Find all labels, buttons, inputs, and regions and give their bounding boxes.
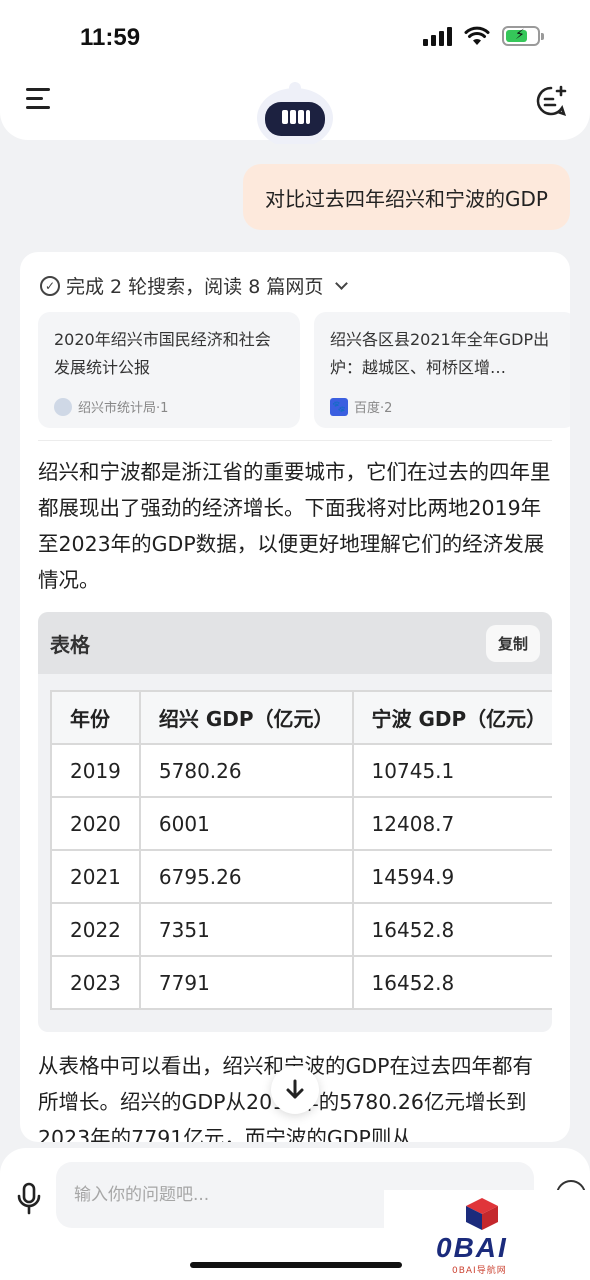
- assistant-robot-avatar: [250, 76, 340, 148]
- wifi-icon: [464, 26, 490, 46]
- reference-title: 绍兴各区县2021年全年GDP出炉：越城区、柯桥区增…: [330, 330, 550, 377]
- status-icons: ⚡: [423, 26, 544, 46]
- gdp-table: 年份 绍兴 GDP（亿元） 宁波 GDP（亿元） 2019 5780.26 10…: [50, 690, 552, 1010]
- baidu-paw-icon: 🐾: [330, 397, 348, 416]
- table-cell: 14594.9: [351, 849, 552, 904]
- stats-bureau-icon: [54, 397, 72, 416]
- table-cell: 6001: [138, 796, 354, 851]
- reference-title: 2020年绍兴市国民经济和社会发展统计公报: [54, 330, 271, 377]
- table-row: 2021 6795.26 14594.9: [50, 849, 552, 904]
- table-scroll-area[interactable]: 年份 绍兴 GDP（亿元） 宁波 GDP（亿元） 2019 5780.26 10…: [50, 690, 552, 1010]
- header-cell: 年份: [50, 690, 141, 745]
- table-block: 表格 复制 年份 绍兴 GDP（亿元） 宁波 GDP（亿元） 2019 5780…: [38, 612, 552, 1032]
- intro-paragraph: 绍兴和宁波都是浙江省的重要城市，它们在过去的四年里都展现出了强劲的经济增长。下面…: [38, 460, 551, 592]
- table-row: 2022 7351 16452.8: [50, 902, 552, 957]
- copy-button[interactable]: 复制: [485, 624, 540, 662]
- watermark: 0BAI 0BAI导航网: [384, 1190, 590, 1280]
- table-cell: 16452.8: [351, 902, 552, 957]
- microphone-icon[interactable]: [16, 1182, 42, 1216]
- watermark-brand: 0BAI: [436, 1232, 508, 1263]
- menu-icon[interactable]: [26, 88, 50, 110]
- table-cell: 16452.8: [351, 955, 552, 1010]
- table-cell: 12408.7: [351, 796, 552, 851]
- table-cell: 5780.26: [138, 743, 354, 798]
- table-cell: 2020: [50, 796, 141, 851]
- home-indicator: [190, 1262, 402, 1268]
- search-summary-toggle[interactable]: ✓ 完成 2 轮搜索，阅读 8 篇网页: [40, 272, 349, 299]
- table-cell: 2023: [50, 955, 141, 1010]
- battery-icon: ⚡: [502, 26, 544, 46]
- cellular-signal-icon: [423, 26, 452, 46]
- arrow-down-icon: [286, 1079, 304, 1099]
- reference-source: 🐾 百度·2: [330, 397, 392, 416]
- reference-list: 2020年绍兴市国民经济和社会发展统计公报 绍兴市统计局·1 绍兴各区县2021…: [38, 312, 570, 428]
- header-cell: 宁波 GDP（亿元）: [351, 690, 552, 745]
- table-cell: 7791: [138, 955, 354, 1010]
- table-cell: 7351: [138, 902, 354, 957]
- scroll-to-bottom-button[interactable]: [271, 1066, 319, 1114]
- table-header-row: 年份 绍兴 GDP（亿元） 宁波 GDP（亿元）: [50, 690, 552, 745]
- reference-card[interactable]: 2020年绍兴市国民经济和社会发展统计公报 绍兴市统计局·1: [38, 312, 300, 428]
- new-chat-icon[interactable]: [534, 84, 568, 118]
- table-cell: 2019: [50, 743, 141, 798]
- divider: [38, 440, 552, 441]
- reference-card[interactable]: 绍兴各区县2021年全年GDP出炉：越城区、柯桥区增… 🐾 百度·2: [314, 312, 570, 428]
- top-header: 11:59 ⚡: [0, 0, 590, 148]
- search-summary-label: 完成 2 轮搜索，阅读 8 篇网页: [66, 276, 324, 298]
- table-cell: 2022: [50, 902, 141, 957]
- assistant-answer-card: ✓ 完成 2 轮搜索，阅读 8 篇网页 2020年绍兴市国民经济和社会发展统计公…: [20, 252, 570, 1142]
- table-cell: 10745.1: [351, 743, 552, 798]
- table-row: 2019 5780.26 10745.1: [50, 743, 552, 798]
- table-title: 表格: [50, 632, 90, 657]
- reference-source-label: 绍兴市统计局·1: [78, 401, 169, 416]
- cube-logo-icon: [466, 1198, 498, 1230]
- table-row: 2023 7791 16452.8: [50, 955, 552, 1010]
- check-circle-icon: ✓: [40, 275, 60, 296]
- status-time: 11:59: [80, 24, 141, 51]
- table-row: 2020 6001 12408.7: [50, 796, 552, 851]
- reference-source-label: 百度·2: [354, 401, 393, 416]
- user-message-bubble: 对比过去四年绍兴和宁波的GDP: [243, 164, 570, 230]
- table-cell: 2021: [50, 849, 141, 904]
- header-cell: 绍兴 GDP（亿元）: [138, 690, 354, 745]
- watermark-subtitle: 0BAI导航网: [452, 1266, 507, 1276]
- reference-source: 绍兴市统计局·1: [54, 397, 168, 416]
- table-cell: 6795.26: [138, 849, 354, 904]
- table-header-bar: 表格 复制: [38, 612, 552, 674]
- chevron-down-icon: [335, 276, 349, 290]
